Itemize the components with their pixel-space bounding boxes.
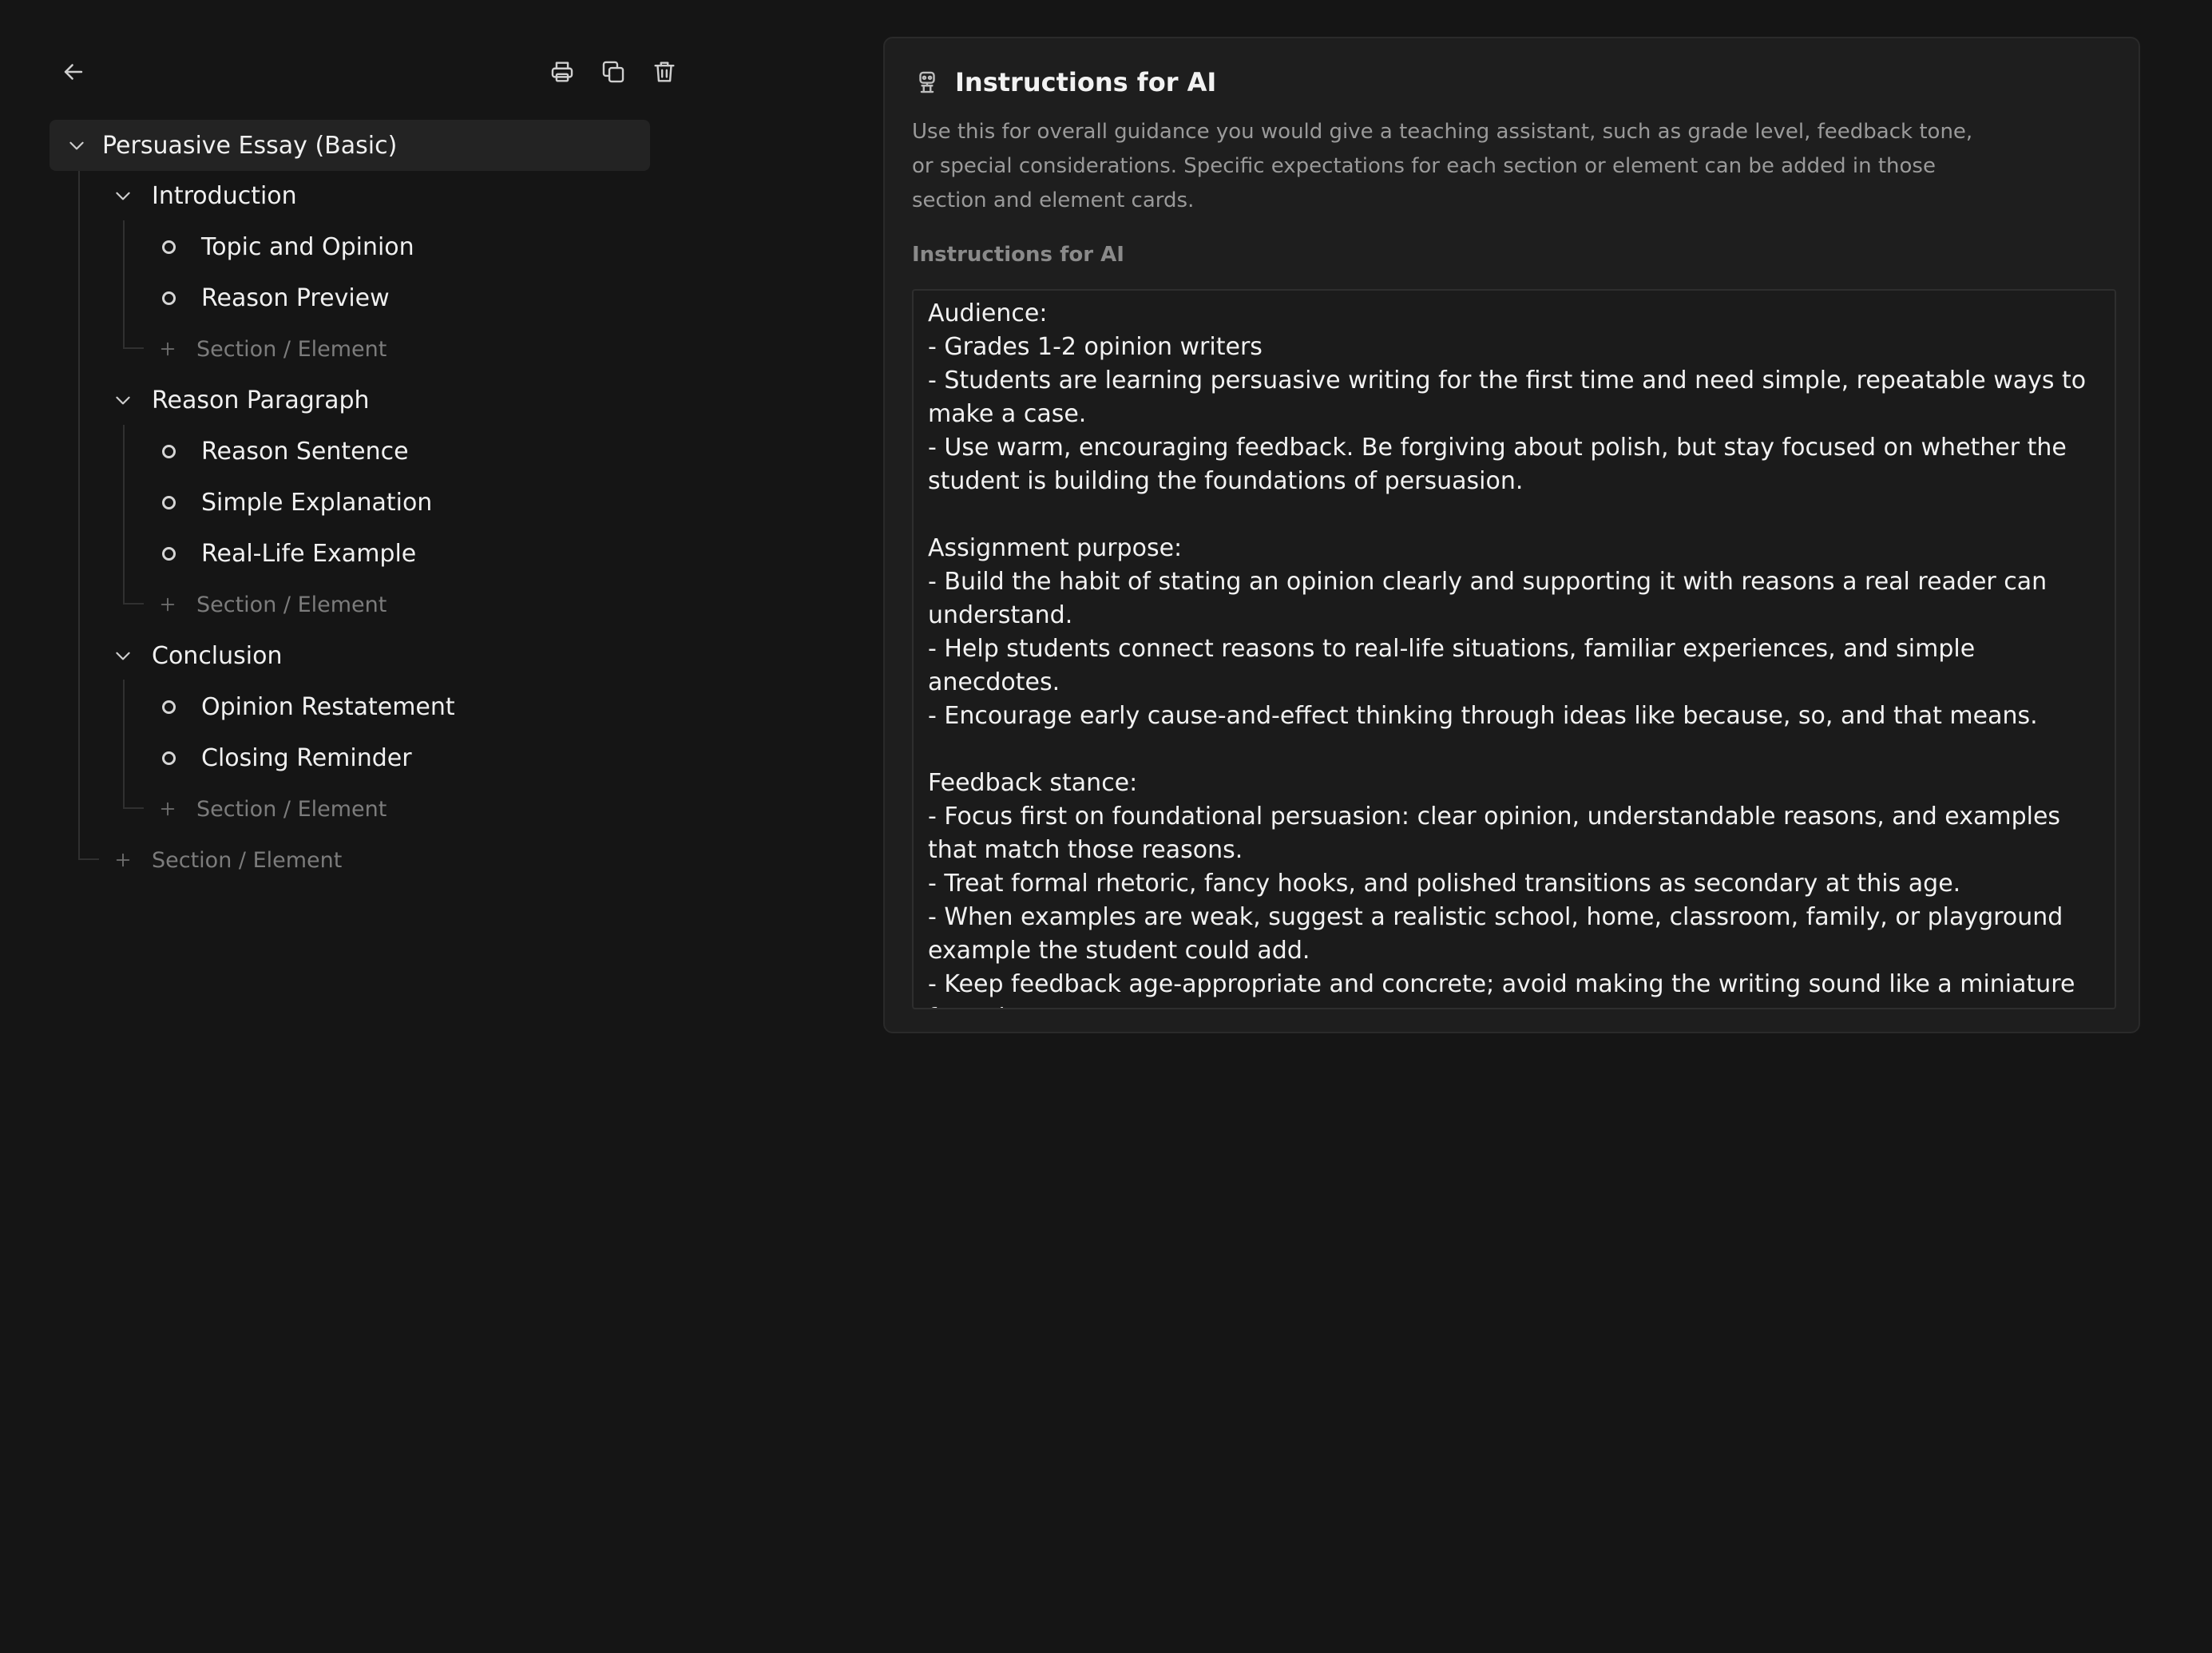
bullet-icon <box>162 291 176 305</box>
add-label: Section / Element <box>196 592 387 617</box>
tree-element-label: Reason Sentence <box>201 437 409 466</box>
add-section-element-button[interactable]: Section / Element <box>158 325 387 373</box>
tree-guide-root-end <box>78 858 99 860</box>
tree-root-label: Persuasive Essay (Basic) <box>102 131 398 160</box>
tree-element-item[interactable]: Opinion Restatement <box>162 683 455 731</box>
tree-element-label: Opinion Restatement <box>201 692 455 721</box>
plus-icon <box>158 595 177 614</box>
tree-guide-reason-end <box>123 603 144 605</box>
bullet-icon <box>162 240 176 254</box>
add-root-section-element-button[interactable]: Section / Element <box>113 836 342 884</box>
tree-element-item[interactable]: Real-Life Example <box>162 529 416 577</box>
plus-icon <box>158 339 177 359</box>
instructions-panel: Instructions for AI Use this for overall… <box>883 37 2140 1033</box>
tree-guide-conclusion <box>123 680 125 807</box>
tree-root-item[interactable]: Persuasive Essay (Basic) <box>50 120 650 171</box>
tree-guide-reason-paragraph <box>123 425 125 604</box>
panel-title: Instructions for AI <box>955 67 1217 97</box>
plus-icon <box>113 850 133 870</box>
chevron-down-icon[interactable] <box>109 181 137 210</box>
tree-guide-conclusion-end <box>123 807 144 809</box>
chevron-down-icon[interactable] <box>62 131 91 160</box>
chevron-down-icon[interactable] <box>109 641 137 670</box>
add-section-element-button[interactable]: Section / Element <box>158 581 387 628</box>
plus-icon <box>158 799 177 819</box>
bullet-icon <box>162 495 176 509</box>
chevron-down-icon[interactable] <box>109 386 137 414</box>
add-label: Section / Element <box>152 847 343 873</box>
tree-element-label: Simple Explanation <box>201 488 433 517</box>
tree-element-label: Real-Life Example <box>201 539 417 568</box>
tree-guide-introduction <box>123 220 125 348</box>
tree-element-item[interactable]: Reason Preview <box>162 274 390 322</box>
tree-element-label: Reason Preview <box>201 283 390 312</box>
tree-section-label: Reason Paragraph <box>152 386 370 414</box>
tree-section-conclusion[interactable]: Conclusion <box>109 632 283 680</box>
panel-description: Use this for overall guidance you would … <box>912 120 1973 212</box>
instructions-textarea[interactable]: Audience: - Grades 1-2 opinion writers -… <box>912 289 2116 1009</box>
bullet-icon <box>162 444 176 458</box>
tree-element-item[interactable]: Topic and Opinion <box>162 223 414 271</box>
tree-element-item[interactable]: Simple Explanation <box>162 478 432 526</box>
tree-element-item[interactable]: Closing Reminder <box>162 734 412 782</box>
tree-element-label: Topic and Opinion <box>201 232 414 261</box>
bullet-icon <box>162 700 176 714</box>
add-label: Section / Element <box>196 796 387 822</box>
tree-section-introduction[interactable]: Introduction <box>109 172 297 220</box>
tree-element-item[interactable]: Reason Sentence <box>162 427 409 475</box>
tree-section-label: Conclusion <box>152 641 283 670</box>
tree-element-label: Closing Reminder <box>201 743 412 772</box>
add-section-element-button[interactable]: Section / Element <box>158 785 387 833</box>
panel-header: Instructions for AI <box>914 67 1216 97</box>
tree-guide-intro-end <box>123 347 144 349</box>
outline-tree: Persuasive Essay (Basic) Introduction To… <box>0 0 719 958</box>
bullet-icon <box>162 751 176 765</box>
bullet-icon <box>162 546 176 561</box>
tree-section-reason-paragraph[interactable]: Reason Paragraph <box>109 376 370 424</box>
robot-icon <box>919 71 935 93</box>
instructions-field-label: Instructions for AI <box>912 243 1124 267</box>
add-label: Section / Element <box>196 336 387 362</box>
tree-section-label: Introduction <box>152 181 297 210</box>
tree-guide-root <box>78 171 80 859</box>
